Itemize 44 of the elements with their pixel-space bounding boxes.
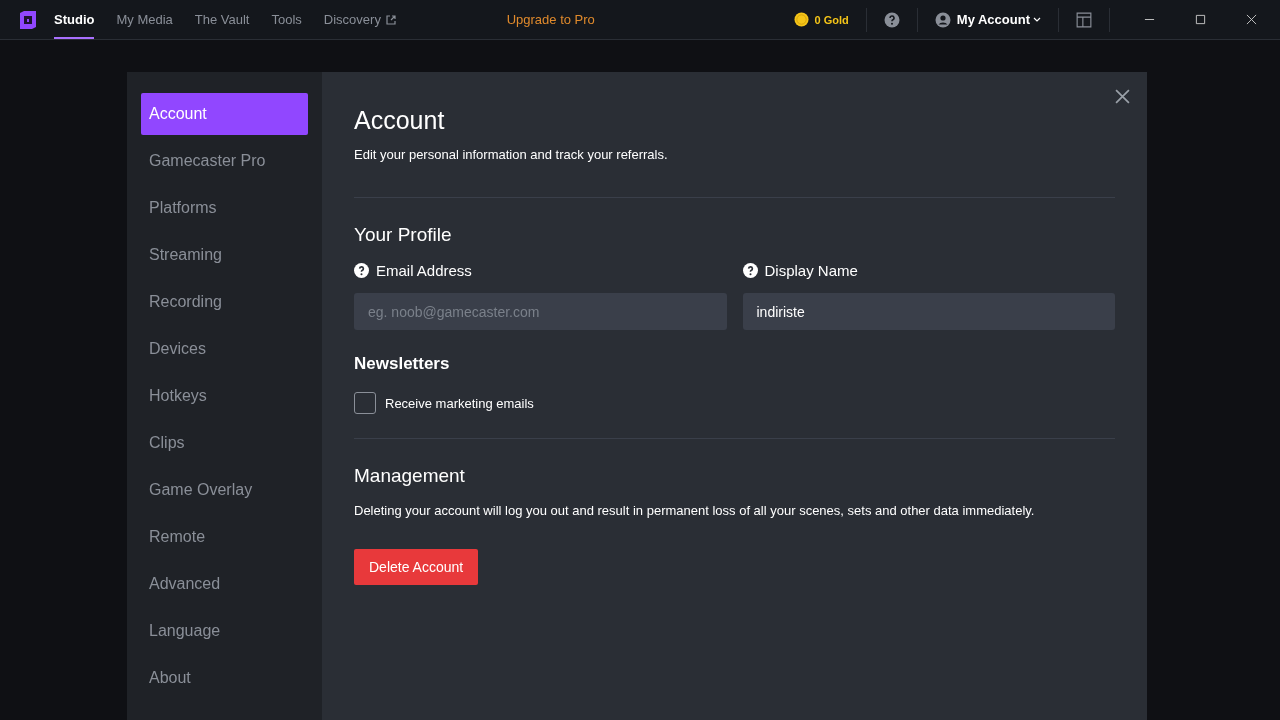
maximize-icon[interactable]	[1195, 14, 1206, 25]
nav-tab[interactable]: My Media	[116, 0, 173, 39]
coin-balance: 0 Gold	[814, 13, 849, 26]
settings-menu-item[interactable]: About	[141, 657, 308, 699]
settings-menu-item[interactable]: Platforms	[141, 187, 308, 229]
help-icon[interactable]	[354, 263, 369, 278]
settings-menu-item[interactable]: Language	[141, 610, 308, 652]
close-icon[interactable]	[1115, 89, 1130, 104]
nav-tab[interactable]: Tools	[271, 0, 302, 39]
page-subtitle: Edit your personal information and track your referrals.	[354, 147, 669, 162]
settings-menu-item[interactable]: Clips	[141, 422, 308, 464]
input-field[interactable]: eg. noob@gamecaster.com	[354, 293, 727, 330]
field-label: Display Name	[764, 262, 858, 279]
settings-menu-item[interactable]: Gamecaster Pro	[141, 140, 308, 182]
delete-account-button[interactable]: Delete Account	[354, 549, 479, 585]
settings-menu-item[interactable]: Remote	[141, 516, 308, 558]
caret-icon	[1033, 17, 1041, 22]
field-label: Email Address	[376, 262, 472, 279]
checkbox-label: Receive marketing emails	[385, 395, 534, 411]
settings-menu-item[interactable]: Recording	[141, 281, 308, 323]
settings-menu-item[interactable]: Account	[141, 93, 308, 135]
page-title: Account	[354, 106, 446, 135]
nav-tab[interactable]: Discovery	[323, 0, 396, 39]
upgrade-link[interactable]: Upgrade to Pro	[506, 12, 595, 27]
logo-icon[interactable]	[18, 9, 38, 30]
settings-menu-item[interactable]: Devices	[141, 328, 308, 370]
user-avatar-icon	[934, 11, 951, 28]
account-menu-button[interactable]: My Account	[950, 12, 1041, 27]
layout-icon[interactable]	[1076, 11, 1092, 28]
section-heading: Newsletters	[354, 354, 451, 374]
settings-menu-item[interactable]: Game Overlay	[141, 469, 308, 511]
settings-menu-item[interactable]: Hotkeys	[141, 375, 308, 417]
input-field[interactable]: indiriste	[742, 293, 1115, 330]
help-icon[interactable]	[883, 11, 900, 28]
warning-text: Deleting your account will log you out and result in permanent loss of all your scenes, sets and other data immediately.	[354, 503, 1036, 518]
settings-menu-item[interactable]: Streaming	[141, 234, 308, 276]
coin-icon	[793, 12, 809, 27]
settings-menu-item[interactable]: Advanced	[141, 563, 308, 605]
section-heading: Management	[354, 465, 466, 487]
nav-tab[interactable]: The Vault	[194, 0, 250, 39]
section-heading: Your Profile	[354, 224, 453, 246]
close-icon[interactable]	[1246, 14, 1257, 25]
checkbox[interactable]	[354, 392, 376, 414]
help-icon[interactable]	[742, 263, 758, 278]
